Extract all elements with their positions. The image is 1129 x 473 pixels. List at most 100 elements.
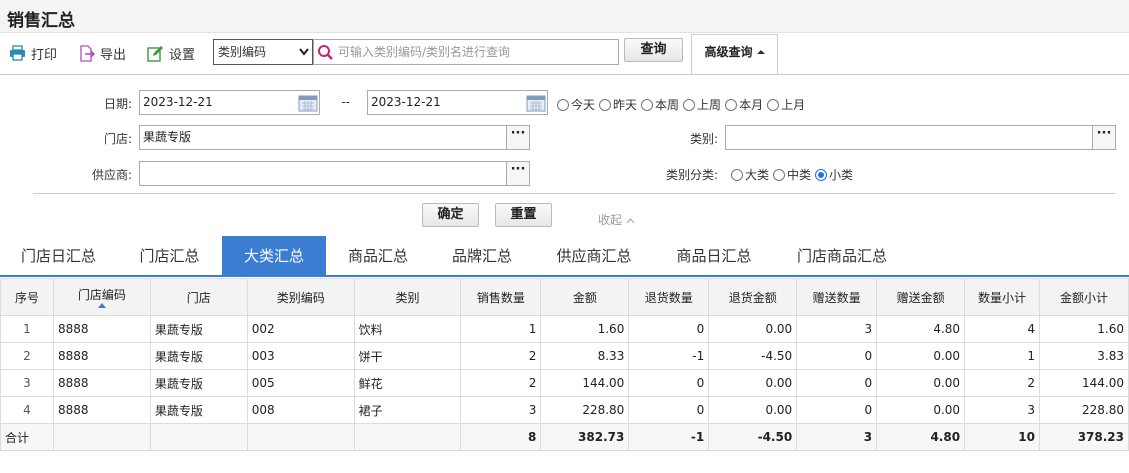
radio-circle bbox=[725, 98, 738, 111]
category-level-minor[interactable]: 小类 bbox=[815, 166, 853, 183]
column-header[interactable]: 退货金额 bbox=[708, 278, 798, 316]
table-cell: -4.50 bbox=[708, 423, 798, 451]
table-cell: 1 bbox=[460, 315, 542, 343]
store-label: 门店: bbox=[103, 132, 132, 146]
settings-button[interactable]: 设置 bbox=[147, 43, 195, 63]
category-level-label: 类别分类: bbox=[665, 168, 718, 182]
table-cell: 8888 bbox=[52, 315, 151, 343]
table-cell: 3 bbox=[460, 396, 542, 424]
table-cell: 8888 bbox=[52, 342, 151, 370]
supplier-label: 供应商: bbox=[91, 168, 132, 182]
radio-circle bbox=[773, 168, 786, 181]
date-from-field[interactable]: 2023-12-21 bbox=[139, 90, 320, 115]
search-field-value: 类别编码 bbox=[218, 45, 267, 59]
export-button[interactable]: 导出 bbox=[79, 43, 126, 63]
total-label: 合计 bbox=[0, 423, 54, 451]
table-cell: 3 bbox=[964, 396, 1040, 424]
table-cell: 0 bbox=[796, 342, 878, 370]
column-header[interactable]: 赠送数量 bbox=[796, 278, 878, 316]
table-total-row: 合计 8 382.73 -1 -4.50 3 4.80 10 378.23 bbox=[0, 423, 1129, 451]
quick-date-this-month[interactable]: 本月 bbox=[725, 96, 763, 113]
quick-date-this-week[interactable]: 本周 bbox=[641, 96, 679, 113]
radio-label: 中类 bbox=[787, 168, 812, 182]
search-field-select[interactable]: 类别编码 bbox=[213, 39, 313, 65]
table-cell: 裙子 bbox=[353, 396, 462, 424]
collapse-label: 收起 bbox=[598, 213, 623, 227]
quick-date-last-week[interactable]: 上周 bbox=[683, 96, 721, 113]
table-cell: 1 bbox=[0, 315, 54, 343]
table-row[interactable]: 4 8888 果蔬专版 008 裙子 3 228.80 0 0.00 0 0.0… bbox=[0, 396, 1129, 424]
column-header[interactable]: 数量小计 bbox=[964, 278, 1040, 316]
table-cell: 2 bbox=[0, 342, 54, 370]
table-cell bbox=[149, 423, 248, 451]
column-header[interactable]: 类别 bbox=[353, 278, 462, 316]
tab-major-category[interactable]: 大类汇总 bbox=[222, 236, 326, 277]
column-header[interactable]: 金额小计 bbox=[1039, 278, 1129, 316]
tab-store-daily[interactable]: 门店日汇总 bbox=[0, 236, 117, 277]
table-cell: 4.80 bbox=[876, 315, 966, 343]
printer-icon bbox=[10, 45, 25, 61]
more-dots-icon[interactable]: ··· bbox=[1092, 126, 1115, 149]
supplier-field[interactable]: ··· bbox=[139, 161, 530, 186]
category-level-major[interactable]: 大类 bbox=[731, 166, 769, 183]
query-button[interactable]: 查询 bbox=[624, 38, 683, 62]
table-cell: 0.00 bbox=[876, 396, 966, 424]
confirm-button[interactable]: 确定 bbox=[422, 203, 479, 227]
tab-store[interactable]: 门店汇总 bbox=[117, 236, 222, 277]
date-to-field[interactable]: 2023-12-21 bbox=[367, 90, 548, 115]
table-cell: 0.00 bbox=[708, 396, 798, 424]
search-input[interactable] bbox=[338, 42, 613, 62]
table-row[interactable]: 3 8888 果蔬专版 005 鲜花 2 144.00 0 0.00 0 0.0… bbox=[0, 369, 1129, 397]
more-dots-icon[interactable]: ··· bbox=[506, 126, 529, 149]
date-to-value: 2023-12-21 bbox=[371, 95, 441, 109]
title-bar: 销售汇总 bbox=[0, 0, 1129, 33]
tab-product-daily[interactable]: 商品日汇总 bbox=[654, 236, 774, 277]
radio-circle bbox=[641, 98, 654, 111]
table-cell: 378.23 bbox=[1039, 423, 1129, 451]
table-cell: 002 bbox=[246, 315, 355, 343]
tab-supplier[interactable]: 供应商汇总 bbox=[534, 236, 654, 277]
table-cell: 饼干 bbox=[353, 342, 462, 370]
quick-date-last-month[interactable]: 上月 bbox=[767, 96, 805, 113]
column-header[interactable]: 序号 bbox=[0, 278, 54, 316]
export-label: 导出 bbox=[100, 47, 127, 63]
more-dots-icon[interactable]: ··· bbox=[506, 162, 529, 185]
radio-label: 本周 bbox=[655, 98, 680, 112]
reset-button[interactable]: 重置 bbox=[495, 203, 552, 227]
tab-product[interactable]: 商品汇总 bbox=[326, 236, 430, 277]
column-header[interactable]: 门店 bbox=[149, 278, 248, 316]
print-button[interactable]: 打印 bbox=[9, 43, 57, 63]
column-header[interactable]: 类别编码 bbox=[246, 278, 355, 316]
table-cell: 1.60 bbox=[1039, 315, 1129, 343]
table-cell: 1 bbox=[964, 342, 1040, 370]
advanced-query-label: 高级查询 bbox=[704, 45, 753, 59]
table-cell: -1 bbox=[628, 423, 710, 451]
column-header[interactable]: 赠送金额 bbox=[876, 278, 966, 316]
tab-brand[interactable]: 品牌汇总 bbox=[430, 236, 534, 277]
date-from-value: 2023-12-21 bbox=[143, 95, 213, 109]
quick-date-group: 今天 昨天 本周 上周 本月 上月 bbox=[557, 96, 809, 113]
column-header[interactable]: 金额 bbox=[540, 278, 630, 316]
collapse-toggle[interactable]: 收起 bbox=[598, 211, 635, 228]
quick-date-today[interactable]: 今天 bbox=[557, 96, 595, 113]
column-header-sorted[interactable]: 门店编码 bbox=[52, 278, 151, 316]
advanced-query-button[interactable]: 高级查询 bbox=[691, 34, 778, 74]
radio-circle bbox=[767, 98, 780, 111]
tab-store-product[interactable]: 门店商品汇总 bbox=[774, 236, 910, 277]
table-cell: 0.00 bbox=[708, 369, 798, 397]
table-cell: 144.00 bbox=[540, 369, 630, 397]
column-header[interactable]: 销售数量 bbox=[460, 278, 542, 316]
print-label: 打印 bbox=[31, 47, 58, 63]
category-level-middle[interactable]: 中类 bbox=[773, 166, 811, 183]
table-cell: 1.60 bbox=[540, 315, 630, 343]
quick-date-yesterday[interactable]: 昨天 bbox=[599, 96, 637, 113]
table-header-row: 序号 门店编码 门店 类别编码 类别 销售数量 金额 退货数量 退货金额 赠送数… bbox=[0, 278, 1129, 316]
table-cell: 4 bbox=[0, 396, 54, 424]
table-row[interactable]: 2 8888 果蔬专版 003 饼干 2 8.33 -1 -4.50 0 0.0… bbox=[0, 342, 1129, 370]
table-row[interactable]: 1 8888 果蔬专版 002 饮料 1 1.60 0 0.00 3 4.80 … bbox=[0, 315, 1129, 343]
store-field[interactable]: 果蔬专版 ··· bbox=[139, 125, 530, 150]
radio-circle bbox=[731, 168, 743, 181]
column-header[interactable]: 退货数量 bbox=[628, 278, 710, 316]
table-cell: 8888 bbox=[52, 369, 151, 397]
category-field[interactable]: ··· bbox=[725, 125, 1116, 150]
